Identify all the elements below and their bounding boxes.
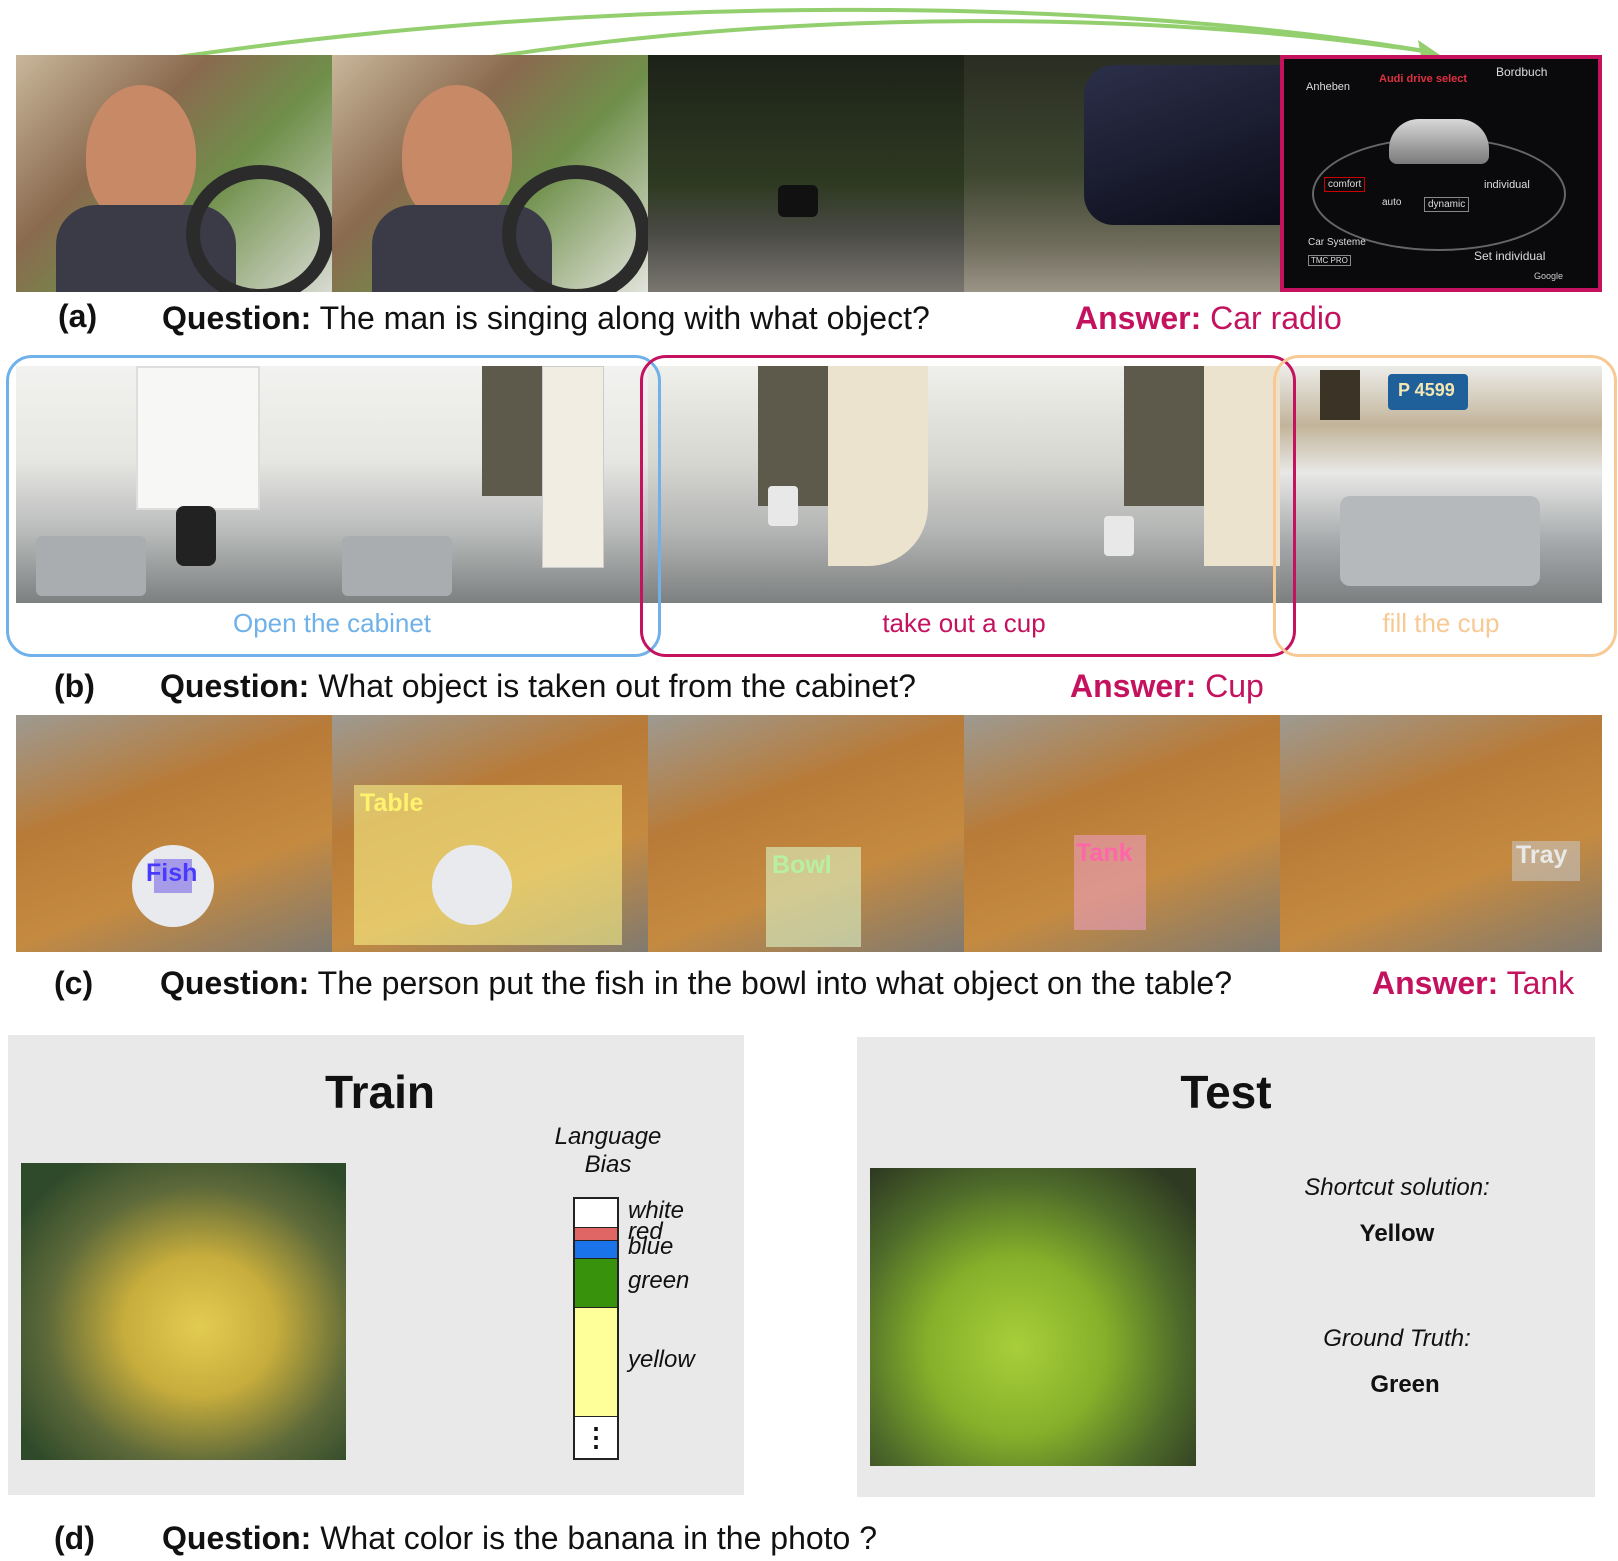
train-banana-photo: [21, 1163, 346, 1460]
frame-a3-road-night: [648, 55, 964, 292]
answer-key: Answer:: [1372, 965, 1499, 1001]
frame-a2-driver: [332, 55, 648, 292]
bias-label-blue: blue: [628, 1233, 674, 1260]
train-panel: Train Language Bias ⋮ white red blue green y…: [8, 1035, 744, 1495]
language-bias-bar: ⋮: [573, 1197, 619, 1460]
question-key: Question:: [160, 668, 310, 704]
screen-text-car-systeme: Car Systeme: [1308, 237, 1366, 248]
question-text: What color is the banana in the photo ?: [320, 1520, 878, 1556]
screen-text-drive-select: Audi drive select: [1379, 73, 1468, 85]
frame-c4-table: Tank: [964, 715, 1280, 952]
bias-label-yellow: yellow: [628, 1345, 695, 1373]
answer-text: Tank: [1506, 965, 1575, 1001]
screen-text-google: Google: [1534, 271, 1564, 281]
screen-text-dynamic: dynamic: [1424, 197, 1470, 212]
frame-c1-table: Fish: [16, 715, 332, 952]
bias-segment-more: ⋮: [575, 1416, 617, 1458]
frame-a5-car-screen: Anheben Audi drive select Bordbuch comfo…: [1280, 55, 1602, 292]
test-title: Test: [1180, 1066, 1272, 1118]
screen-text-individual: individual: [1484, 179, 1530, 191]
bias-label-green: green: [628, 1266, 690, 1294]
screen-text-comfort: comfort: [1324, 177, 1366, 192]
answer-text: Cup: [1205, 668, 1264, 704]
question-text: The person put the fish in the bowl into…: [317, 965, 1233, 1001]
screen-text-auto: auto: [1382, 197, 1402, 208]
panel-c-label: (c): [54, 965, 94, 1001]
segment-label-open: Open the cabinet: [232, 608, 432, 638]
screen-text-bordbuch: Bordbuch: [1496, 65, 1548, 79]
screen-text-tmc: TMC PRO: [1308, 255, 1351, 266]
panel-a-answer: Answer: Car radio: [1075, 300, 1342, 337]
question-text: The man is singing along with what objec…: [319, 300, 930, 336]
bias-title: Language Bias: [554, 1123, 662, 1178]
bias-segment-yellow: [575, 1307, 617, 1417]
panel-a-question: Question: The man is singing along with …: [162, 300, 930, 337]
bias-segment-blue: [575, 1240, 617, 1259]
question-key: Question:: [160, 965, 310, 1001]
panel-c-answer: Answer: Tank: [1372, 965, 1574, 1002]
frame-c3-table: Bowl: [648, 715, 964, 952]
shortcut-label: Shortcut solution:: [1304, 1174, 1490, 1201]
panel-b-question: Question: What object is taken out from …: [160, 668, 916, 705]
screen-text-set-individual: Set individual: [1474, 249, 1546, 263]
question-key: Question:: [162, 300, 312, 336]
segment-label-fill: fill the cup: [1382, 608, 1500, 638]
language-bias-labels: white red blue green yellow: [628, 1197, 738, 1460]
frame-c5-table: Tray: [1280, 715, 1602, 952]
question-key: Question:: [162, 1520, 312, 1556]
box-label-tank: Tank: [1076, 839, 1133, 867]
box-label-fish: Fish: [146, 859, 198, 887]
panel-c-question: Question: The person put the fish in the…: [160, 965, 1232, 1002]
answer-key: Answer:: [1070, 668, 1197, 704]
question-text: What object is taken out from the cabine…: [318, 668, 916, 704]
bias-segment-red: [575, 1227, 617, 1241]
answer-key: Answer:: [1075, 300, 1202, 336]
frame-a1-driver: [16, 55, 332, 292]
screen-text-anheben: Anheben: [1306, 81, 1351, 93]
test-panel: Test Shortcut solution: Yellow Ground Tr…: [857, 1037, 1595, 1497]
segment-label-take: take out a cup: [882, 608, 1046, 638]
shortcut-value: Yellow: [1359, 1220, 1435, 1247]
panel-b-label: (b): [54, 668, 95, 704]
answer-text: Car radio: [1210, 300, 1342, 336]
panel-d-question: Question: What color is the banana in th…: [162, 1520, 877, 1557]
test-banana-photo: [870, 1168, 1196, 1466]
frame-c2-table: Table: [332, 715, 648, 952]
frame-a4-car: [964, 55, 1280, 292]
bias-segment-green: [575, 1258, 617, 1308]
panel-a-label: (a): [58, 298, 98, 334]
box-label-table: Table: [360, 789, 424, 817]
box-label-bowl: Bowl: [772, 851, 832, 879]
panel-b-answer: Answer: Cup: [1070, 668, 1264, 705]
box-label-tray: Tray: [1516, 841, 1568, 869]
panel-d-label: (d): [54, 1520, 95, 1556]
ground-truth-label: Ground Truth:: [1323, 1325, 1471, 1352]
ground-truth-value: Green: [1370, 1371, 1440, 1398]
bias-segment-white: [575, 1199, 617, 1227]
